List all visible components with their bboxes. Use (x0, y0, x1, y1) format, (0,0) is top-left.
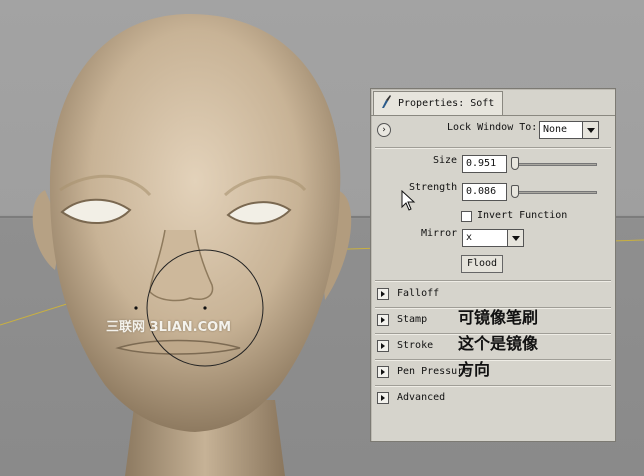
section-label: Stamp (397, 314, 428, 325)
brush-icon (380, 95, 392, 112)
lock-window-select[interactable]: None (539, 121, 599, 139)
annotation-line-3: 方向 (458, 360, 491, 379)
lock-window-label: Lock Window To: (447, 122, 538, 133)
flood-button[interactable]: Flood (461, 255, 503, 273)
strength-slider-thumb[interactable] (511, 185, 519, 198)
properties-panel: Properties: Soft › Lock Window To: None … (370, 88, 616, 442)
size-field[interactable]: 0.951 (462, 155, 507, 173)
mirror-label: Mirror (421, 228, 458, 239)
triangle-right-icon (377, 340, 389, 352)
expand-circle-icon[interactable]: › (377, 123, 391, 137)
size-slider-thumb[interactable] (511, 157, 519, 170)
triangle-right-icon (377, 366, 389, 378)
strength-field[interactable]: 0.086 (462, 183, 507, 201)
triangle-right-icon (377, 288, 389, 300)
size-label: Size (433, 155, 458, 166)
annotation-line-2: 这个是镜像 (458, 334, 539, 353)
section-label: Stroke (397, 340, 434, 351)
section-advanced[interactable]: Advanced (375, 389, 611, 409)
properties-tab[interactable]: Properties: Soft (373, 91, 503, 115)
triangle-right-icon (377, 314, 389, 326)
size-slider[interactable] (511, 163, 597, 166)
annotation-line-1: 可镜像笔刷 (458, 308, 539, 327)
mirror-value: x (466, 232, 473, 243)
chevron-down-icon (507, 230, 523, 246)
section-falloff[interactable]: Falloff (375, 285, 611, 305)
mirror-select[interactable]: x (462, 229, 524, 247)
section-label: Falloff (397, 288, 440, 299)
lock-window-value: None (543, 124, 568, 135)
invert-function-label: Invert Function (477, 210, 568, 221)
triangle-right-icon (377, 392, 389, 404)
strength-slider[interactable] (511, 191, 597, 194)
section-pen-pressure[interactable]: Pen Pressure (375, 363, 611, 383)
tab-title: Properties: Soft (398, 98, 495, 109)
invert-function-checkbox[interactable] (461, 211, 472, 222)
mouse-cursor-icon (401, 190, 416, 211)
watermark: 三联网 3LIAN.COM (106, 320, 232, 335)
chevron-down-icon (582, 122, 598, 138)
section-label: Advanced (397, 392, 446, 403)
